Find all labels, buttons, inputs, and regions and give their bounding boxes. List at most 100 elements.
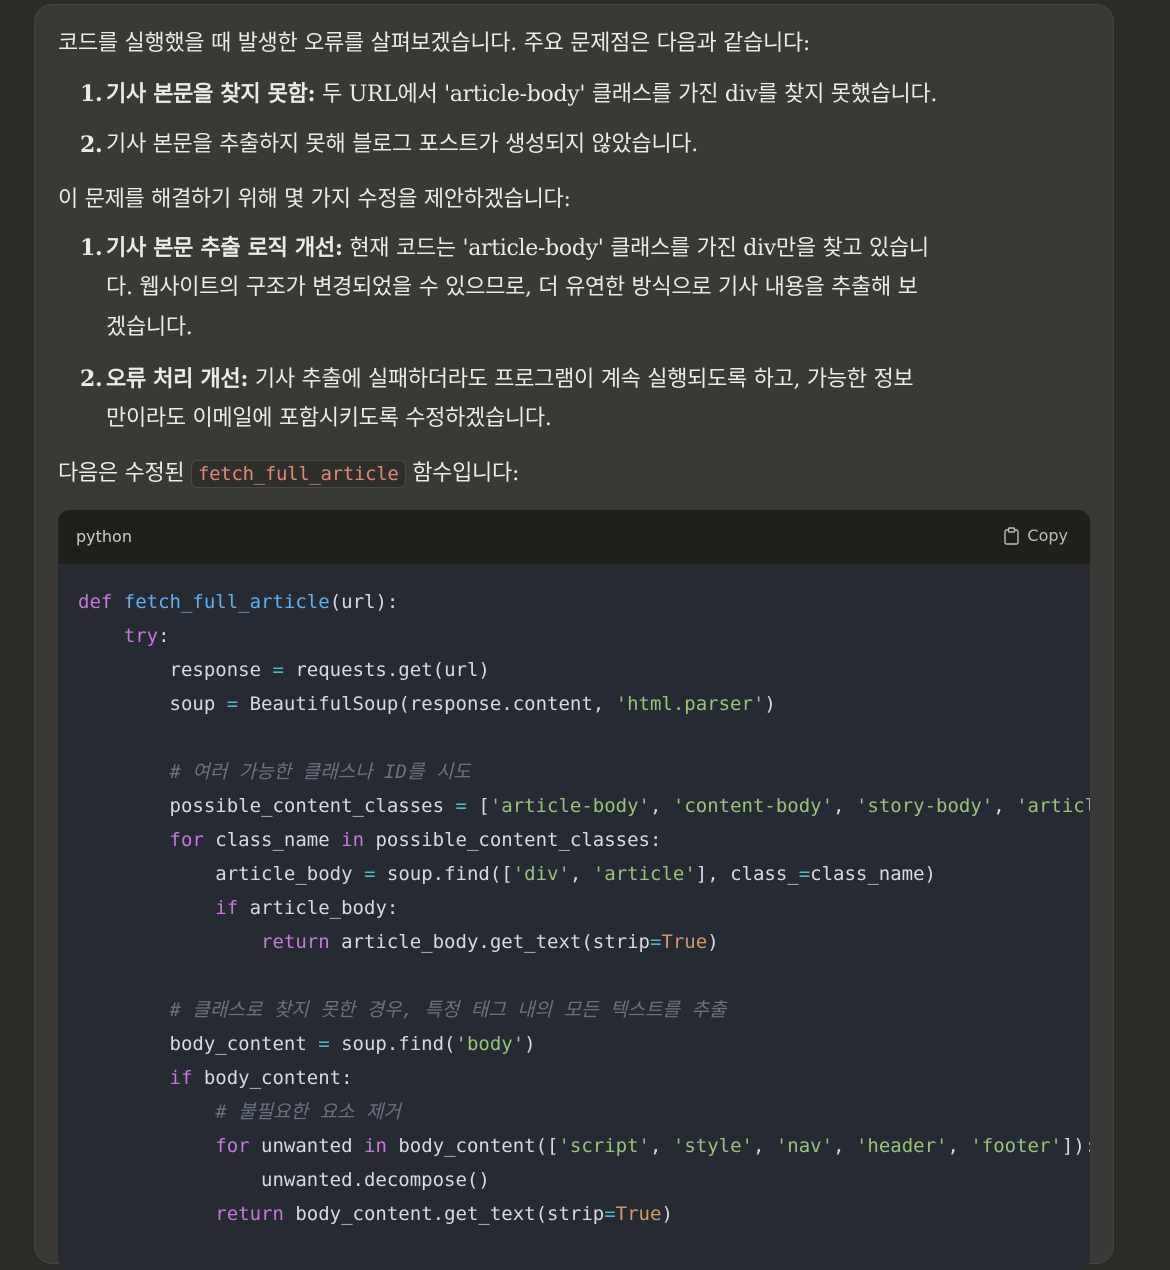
code-token: , [993, 795, 1017, 817]
code-token: requests.get(url) [283, 659, 490, 681]
code-line: def fetch_full_article(url): [78, 585, 398, 619]
code-token: if [169, 1067, 193, 1089]
copy-button[interactable]: Copy [1004, 526, 1068, 545]
code-token: = [604, 1203, 616, 1225]
code-block-header: python Copy [58, 510, 1090, 564]
problem-text: 두 URL에서 'article-body' 클래스를 가진 div를 찾지 못… [315, 82, 938, 107]
code-token: soup [78, 693, 227, 715]
code-intro-paragraph: 다음은 수정된 fetch_full_article 함수입니다: [58, 454, 519, 494]
fix-text-line: 기사 추출에 실패하더라도 프로그램이 계속 실행되도록 하고, 가능한 정보 [248, 367, 914, 392]
code-token: [ [466, 795, 490, 817]
code-token: 'script' [558, 1135, 650, 1157]
code-token: ]): [1061, 1135, 1090, 1157]
code-token: in [341, 829, 365, 851]
problem-text: 기사 본문을 추출하지 못해 블로그 포스트가 생성되지 않았습니다. [106, 132, 698, 157]
code-token: = [272, 659, 284, 681]
code-line: for unwanted in body_content(['script', … [78, 1129, 1090, 1163]
code-token: def [78, 591, 113, 613]
code-line: article_body = soup.find(['div', 'articl… [78, 857, 936, 891]
code-token: ) [524, 1033, 536, 1055]
list-number: 2. [80, 366, 103, 392]
code-token: BeautifulSoup(response.content, [238, 693, 616, 715]
code-line: response = requests.get(url) [78, 653, 490, 687]
code-token: ) [764, 693, 776, 715]
code-token: body_content([ [386, 1135, 559, 1157]
code-token: 'nav' [775, 1135, 834, 1157]
code-line: possible_content_classes = ['article-bod… [78, 789, 1091, 823]
code-token: = [318, 1033, 330, 1055]
code-token: soup.find([ [375, 863, 513, 885]
code-token: = [455, 795, 467, 817]
code-token: # 클래스로 찾지 못한 경우, 특정 태그 내의 모든 텍스트를 추출 [169, 999, 727, 1021]
code-line: # 불필요한 요소 제거 [78, 1095, 401, 1129]
code-intro-text: 함수입니다: [405, 461, 520, 486]
code-token: True [661, 931, 708, 953]
code-token: = [363, 863, 376, 885]
code-token: article_body: [238, 897, 399, 919]
fix-text-line: 만이라도 이메일에 포함시키도록 수정하겠습니다. [106, 406, 552, 431]
code-token: fetch_full_article [123, 591, 330, 613]
code-token: = [798, 863, 811, 885]
fix-title: 기사 본문 추출 로직 개선: [106, 235, 343, 261]
code-line: for class_name in possible_content_class… [78, 823, 662, 857]
copy-button-label: Copy [1027, 526, 1068, 545]
code-token: return [261, 931, 330, 953]
code-token: , [833, 1135, 856, 1157]
code-token: # 여러 가능한 클래스나 ID를 시도 [169, 761, 471, 783]
code-token: article_body.get_text(strip [329, 931, 650, 953]
code-token: 'body' [455, 1033, 525, 1055]
code-token: , [947, 1135, 971, 1157]
fix-intro-paragraph: 이 문제를 해결하기 위해 몇 가지 수정을 제안하겠습니다: [58, 187, 571, 212]
code-token: class_name) [810, 863, 937, 885]
code-token: soup.find( [329, 1033, 456, 1055]
code-token: 'article' [592, 863, 696, 885]
code-line: # 클래스로 찾지 못한 경우, 특정 태그 내의 모든 텍스트를 추출 [78, 993, 727, 1027]
code-token: 'div' [512, 863, 570, 885]
code-token: response [78, 659, 273, 681]
code-token: = [649, 931, 662, 953]
code-token: 'header' [855, 1135, 948, 1157]
code-line: try: [78, 619, 170, 653]
code-token: 'content-body' [672, 795, 834, 817]
code-token: ], class_ [695, 863, 799, 885]
problem-title: 기사 본문을 찾지 못함: [106, 81, 316, 107]
code-token: (url): [329, 591, 399, 613]
code-token: try [123, 625, 159, 647]
code-token: 'article-body' [489, 795, 650, 817]
inline-code-function-name: fetch_full_article [191, 460, 406, 488]
code-token: body_content.get_text(strip [283, 1203, 605, 1225]
code-token: 'footer' [970, 1135, 1062, 1157]
code-line: # 여러 가능한 클래스나 ID를 시도 [78, 755, 471, 789]
code-token: possible_content_classes [78, 795, 456, 817]
code-line: soup = BeautifulSoup(response.content, '… [78, 687, 776, 721]
code-body: def fetch_full_article(url): try: respon… [58, 564, 1090, 1270]
code-intro-text: 다음은 수정된 [58, 461, 192, 486]
fix-title: 오류 처리 개선: [106, 366, 249, 392]
code-token: article_body [78, 863, 364, 885]
code-line: body_content = soup.find('body') [78, 1027, 536, 1061]
code-token: ) [661, 1203, 673, 1225]
code-line: if article_body: [78, 891, 398, 925]
code-token: ) [707, 931, 719, 953]
code-token: # 불필요한 요소 제거 [215, 1101, 401, 1123]
code-line: unwanted.decompose() [78, 1163, 490, 1197]
code-token: , [833, 795, 856, 817]
fix-text-line: 다. 웹사이트의 구조가 변경되었을 수 있으므로, 더 유연한 방식으로 기사… [106, 275, 918, 300]
code-token: return [215, 1203, 284, 1225]
code-token: class_name [203, 829, 342, 851]
code-line: return article_body.get_text(strip=True) [78, 925, 719, 959]
code-token: , [650, 795, 673, 817]
code-token: True [615, 1203, 662, 1225]
list-number: 1. [80, 235, 103, 261]
fix-text-line: 겠습니다. [106, 315, 193, 340]
code-token: unwanted.decompose() [78, 1169, 490, 1191]
code-token: unwanted [249, 1135, 364, 1157]
code-token: body_content: [192, 1067, 353, 1089]
